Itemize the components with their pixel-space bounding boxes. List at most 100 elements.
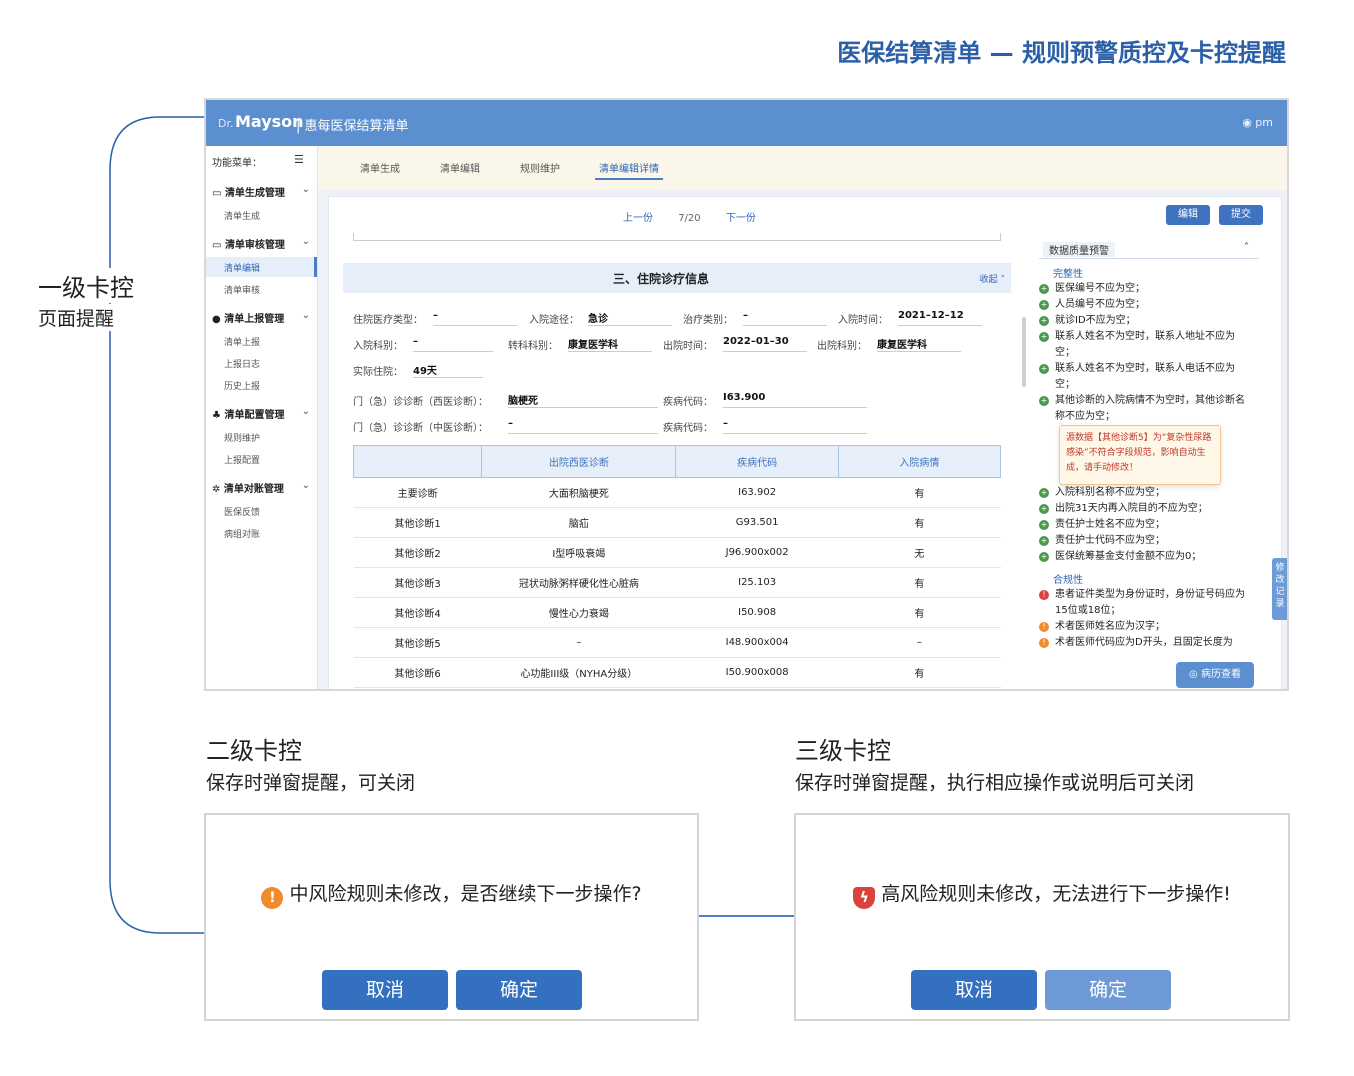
table-row[interactable]: 其他诊断4 慢性心力衰竭 I50.908 有 bbox=[353, 597, 1001, 628]
edit-record-tab[interactable]: 修改记录 bbox=[1272, 558, 1287, 620]
sidebar: 功能菜单： ☰ ▭ 清单生成管理 ⌄ 清单生成 ▭ 清单审核管理 ⌄ 清单编辑 清单… bbox=[206, 146, 318, 689]
sidebar-group-audit[interactable]: ▭ 清单审核管理 ⌄ bbox=[212, 236, 312, 251]
table-row[interactable]: 主要诊断 大面积脑梗死 I63.902 有 bbox=[353, 477, 1001, 508]
chevron-down-icon: ⌄ bbox=[301, 310, 310, 321]
sidebar-group-report[interactable]: ● 清单上报管理 ⌄ bbox=[212, 310, 312, 325]
field-actual-stay[interactable]: 49天 bbox=[413, 362, 483, 378]
warning-item[interactable]: + 人员编号不应为空； bbox=[1039, 297, 1253, 313]
tab-generate[interactable]: 清单生成 bbox=[360, 160, 400, 175]
active-tab-underline bbox=[595, 178, 663, 180]
medium-risk-dialog: ! 中风险规则未修改，是否继续下一步操作? 取消 确定 bbox=[204, 813, 699, 1021]
table-cell: 心功能III级（NYHA分级） bbox=[481, 657, 676, 688]
warning-item[interactable]: + 医保统筹基金支付金额不应为0； bbox=[1039, 549, 1253, 565]
monitor-icon: ▭ bbox=[212, 188, 225, 199]
alert-icon: ! bbox=[1039, 622, 1049, 632]
warning-item[interactable]: + 责任护士姓名不应为空； bbox=[1039, 517, 1253, 533]
field-er-west-code[interactable]: I63.900 bbox=[723, 392, 867, 408]
warning-item[interactable]: ! 术者医师姓名应为汉字； bbox=[1039, 619, 1253, 635]
sidebar-item-report-log[interactable]: 上报日志 bbox=[224, 357, 260, 370]
field-treat-type[interactable]: – bbox=[743, 310, 827, 326]
field-admit-time[interactable]: 2021–12–12 bbox=[898, 310, 982, 326]
field-ins-type[interactable]: – bbox=[433, 310, 517, 326]
prev-link[interactable]: 上一份 bbox=[623, 213, 653, 224]
warning-item[interactable]: + 联系人姓名不为空时，联系人电话不应为空； bbox=[1039, 361, 1253, 393]
pager-count: 7/20 bbox=[678, 213, 701, 224]
table-row[interactable]: 其他诊断3 冠状动脉粥样硬化性心脏病 I25.103 有 bbox=[353, 567, 1001, 598]
dialog-connector-line bbox=[699, 915, 795, 917]
table-cell: I50.900x008 bbox=[675, 657, 839, 688]
user-name: pm bbox=[1255, 116, 1273, 129]
sidebar-item-audit[interactable]: 清单审核 bbox=[224, 283, 260, 296]
warning-item[interactable]: + 入院科别名称不应为空； bbox=[1039, 485, 1253, 501]
label-treat-type: 治疗类别： bbox=[683, 315, 733, 326]
level2-title: 二级卡控 bbox=[206, 737, 302, 765]
sidebar-item-report[interactable]: 清单上报 bbox=[224, 335, 260, 348]
warning-item[interactable]: + 责任护士代码不应为空； bbox=[1039, 533, 1253, 549]
user-menu[interactable]: ◉ pm bbox=[1242, 116, 1273, 129]
field-transfer-dept[interactable]: 康复医学科 bbox=[568, 336, 652, 352]
warning-item[interactable]: + 就诊ID不应为空； bbox=[1039, 313, 1253, 329]
cancel-button[interactable]: 取消 bbox=[911, 970, 1037, 1010]
field-er-west[interactable]: 脑梗死 bbox=[508, 392, 658, 408]
monitor-icon: ▭ bbox=[212, 240, 225, 251]
sidebar-item-generate[interactable]: 清单生成 bbox=[224, 209, 260, 222]
sidebar-item-rules[interactable]: 规则维护 bbox=[224, 431, 260, 444]
page-headline: 医保结算清单 — 规则预警质控及卡控提醒 bbox=[837, 39, 1286, 67]
menu-heading: 功能菜单： bbox=[212, 158, 262, 169]
view-case-button[interactable]: ◎ 病历查看 bbox=[1176, 662, 1254, 688]
warning-item[interactable]: + 其他诊断的入院病情不为空时，其他诊断名称不应为空； bbox=[1039, 393, 1253, 425]
edit-button[interactable]: 编辑 bbox=[1166, 205, 1210, 225]
plus-circle-icon: + bbox=[1039, 332, 1049, 342]
next-link[interactable]: 下一份 bbox=[726, 213, 756, 224]
table-cell: I63.902 bbox=[675, 477, 839, 508]
chevron-down-icon: ⌄ bbox=[301, 480, 310, 491]
field-admit-route[interactable]: 急诊 bbox=[588, 310, 672, 326]
scrollbar[interactable] bbox=[1022, 317, 1026, 387]
table-cell: 其他诊断4 bbox=[353, 597, 482, 628]
label-admit-route: 入院途径： bbox=[529, 315, 579, 326]
field-discharge-dept[interactable]: 康复医学科 bbox=[877, 336, 961, 352]
collapse-link[interactable]: 收起 ˄ bbox=[980, 272, 1005, 285]
warning-item[interactable]: + 联系人姓名不为空时，联系人地址不应为空； bbox=[1039, 329, 1253, 361]
submit-button[interactable]: 提交 bbox=[1219, 205, 1263, 225]
alert-icon: ! bbox=[1039, 590, 1049, 600]
cancel-button[interactable]: 取消 bbox=[322, 970, 448, 1010]
warning-item[interactable]: + 医保编号不应为空； bbox=[1039, 281, 1253, 297]
warning-item[interactable]: ! 患者证件类型为身份证时，身份证号码应为15位或18位； bbox=[1039, 587, 1253, 619]
table-cell: I25.103 bbox=[675, 567, 839, 598]
sidebar-group-reconcile[interactable]: ✲ 清单对账管理 ⌄ bbox=[212, 480, 312, 495]
plus-circle-icon: + bbox=[1039, 284, 1049, 294]
sidebar-group-config[interactable]: ♣ 清单配置管理 ⌄ bbox=[212, 406, 312, 421]
plus-circle-icon: + bbox=[1039, 364, 1049, 374]
table-cell: 其他诊断5 bbox=[353, 627, 482, 658]
confirm-button[interactable]: 确定 bbox=[456, 970, 582, 1010]
tab-edit[interactable]: 清单编辑 bbox=[440, 160, 480, 175]
table-row[interactable]: 其他诊断1 脑疝 G93.501 有 bbox=[353, 507, 1001, 538]
sidebar-item-reconcile[interactable]: 病组对账 bbox=[224, 527, 260, 540]
sidebar-group-generate[interactable]: ▭ 清单生成管理 ⌄ bbox=[212, 184, 312, 199]
table-row[interactable]: 其他诊断6 心功能III级（NYHA分级） I50.900x008 有 bbox=[353, 657, 1001, 688]
level3-desc: 保存时弹窗提醒，执行相应操作或说明后可关闭 bbox=[795, 772, 1195, 794]
tab-rules[interactable]: 规则维护 bbox=[520, 160, 560, 175]
warning-item[interactable]: ! 术者医师代码应为D开头，且固定长度为 bbox=[1039, 635, 1253, 649]
field-er-tcm-code[interactable]: – bbox=[723, 418, 867, 434]
field-discharge-time[interactable]: 2022–01–30 bbox=[723, 336, 807, 352]
sidebar-item-edit[interactable]: 清单编辑 bbox=[224, 261, 260, 274]
field-er-tcm[interactable]: – bbox=[508, 418, 658, 434]
table-cell: I50.908 bbox=[675, 597, 839, 628]
table-row[interactable]: 其他诊断5– I48.900x004– bbox=[353, 627, 1001, 658]
sidebar-item-history[interactable]: 历史上报 bbox=[224, 379, 260, 392]
field-admit-dept[interactable]: – bbox=[413, 336, 493, 352]
dialog-message: ϟ 高风险规则未修改，无法进行下一步操作! bbox=[796, 879, 1288, 909]
table-cell: – bbox=[838, 627, 1001, 658]
table-row[interactable]: 其他诊断2 I型呼吸衰竭 J96.900x002 无 bbox=[353, 537, 1001, 568]
app-window: Dr. Mayson | 惠每医保结算清单 ◉ pm 功能菜单： ☰ ▭ 清单生… bbox=[204, 98, 1289, 691]
chevron-up-icon: ˄ bbox=[997, 275, 1005, 285]
sidebar-item-report-config[interactable]: 上报配置 bbox=[224, 453, 260, 466]
warning-item[interactable]: + 出院31天内再入院目的不应为空； bbox=[1039, 501, 1253, 517]
sidebar-item-feedback[interactable]: 医保反馈 bbox=[224, 505, 260, 518]
tab-edit-detail[interactable]: 清单编辑详情 bbox=[599, 160, 659, 175]
chevron-up-icon[interactable]: ˄ bbox=[1244, 242, 1249, 253]
table-cell: 冠状动脉粥样硬化性心脏病 bbox=[481, 567, 676, 598]
menu-toggle-icon[interactable]: ☰ bbox=[294, 153, 304, 166]
